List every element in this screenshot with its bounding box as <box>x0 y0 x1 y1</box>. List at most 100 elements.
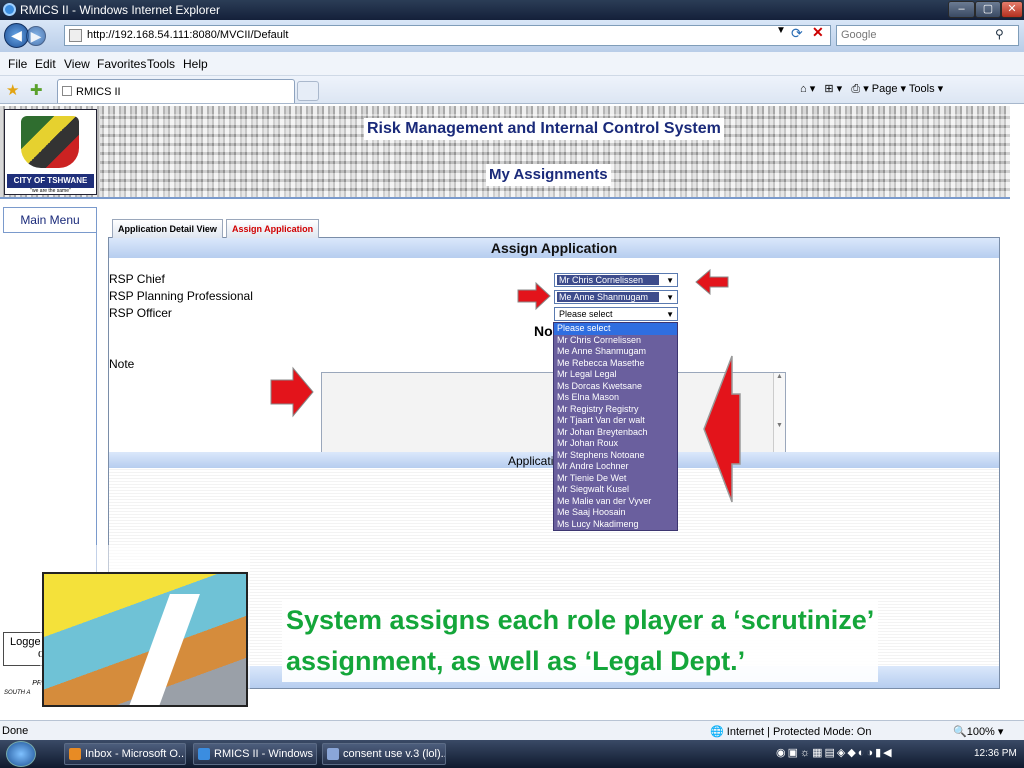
dropdown-option[interactable]: Me Rebecca Masethe <box>554 358 677 370</box>
close-button[interactable]: ✕ <box>1001 1 1023 18</box>
rsp-officer-selected-value: Please select <box>559 309 613 319</box>
maximize-button[interactable]: ▢ <box>975 1 1001 18</box>
rsp-planning-professional-selected-value: Me Anne Shanmugam <box>557 292 659 302</box>
chevron-down-icon: ▼ <box>666 276 674 285</box>
dropdown-option[interactable]: Ms Lucy Nkadimeng <box>554 519 677 531</box>
menu-edit[interactable]: Edit <box>35 57 56 71</box>
command-bar-label: Page ▾ Tools ▾ <box>871 83 944 95</box>
tab-assign-application[interactable]: Assign Application <box>226 219 320 238</box>
dropdown-option[interactable]: Mr Johan Roux <box>554 438 677 450</box>
taskbar-item-outlook[interactable]: Inbox - Microsoft O... <box>64 743 186 765</box>
menu-view[interactable]: View <box>64 57 90 71</box>
menu-help[interactable]: Help <box>183 57 208 71</box>
textarea-scrollbar[interactable]: ▲ ▼ <box>773 373 785 452</box>
url-input[interactable]: http://192.168.54.111:8080/MVCII/Default <box>64 25 831 46</box>
city-emblem-icon <box>21 116 79 168</box>
ie-icon <box>198 748 210 760</box>
rsp-officer-dropdown-list[interactable]: Please select Mr Chris Cornelissen Me Anne… <box>553 322 678 531</box>
zoom-level-text: 100% <box>966 726 995 738</box>
logo-motto: "we are the same" <box>30 188 71 194</box>
tab-application-detail-view[interactable]: Application Detail View <box>112 219 223 238</box>
cartoon-illustration <box>42 572 248 707</box>
role-label-rsp-planning-professional: RSP Planning Professional <box>109 289 253 303</box>
red-arrow-right-icon <box>517 281 551 311</box>
tray-icons[interactable]: ◉▣☼▦▤◈◆◐◑▮◀ <box>776 746 894 759</box>
rsp-chief-select[interactable]: Mr Chris Cornelissen ▼ <box>554 273 678 287</box>
tab-page-icon <box>62 86 72 96</box>
note-label: Note <box>109 357 135 371</box>
dropdown-option[interactable]: Mr Johan Breytenbach <box>554 427 677 439</box>
favorites-star-icon[interactable]: ★ <box>6 81 19 99</box>
url-dropdown-icon[interactable]: ▼ <box>776 25 786 36</box>
dropdown-option[interactable]: Please select <box>554 323 677 335</box>
forward-button[interactable]: ▶ <box>26 26 46 46</box>
address-bar: ◀ ▶ http://192.168.54.111:8080/MVCII/Def… <box>0 20 1024 52</box>
minimize-button[interactable]: – <box>948 1 975 18</box>
application-label: Applicati <box>508 454 554 468</box>
status-text: Done <box>2 725 29 737</box>
caption-line-1: System assigns each role player a ‘scrut… <box>286 605 875 635</box>
command-bar[interactable]: ⌂ ▾ ⊞ ▾ ⎙ ▾ Page ▾ Tools ▾ <box>800 82 943 96</box>
menu-tools[interactable]: Tools <box>147 57 175 71</box>
browser-tab-label: RMICS II <box>76 86 121 98</box>
dropdown-option[interactable]: Me Saaj Hoosain <box>554 507 677 519</box>
caption-line-2: assignment, as well as ‘Legal Dept.’ <box>286 646 746 676</box>
system-title: Risk Management and Internal Control Sys… <box>364 118 724 140</box>
red-arrow-left-icon <box>695 268 729 296</box>
favorites-bar: ★ ✚ RMICS II ⌂ ▾ ⊞ ▾ ⎙ ▾ Page ▾ Tools ▾ <box>0 76 1024 104</box>
browser-tab[interactable]: RMICS II <box>57 79 295 103</box>
clock[interactable]: 12:36 PM <box>974 748 1017 759</box>
dropdown-option[interactable]: Ms Dorcas Kwetsane <box>554 381 677 393</box>
rsp-officer-select[interactable]: Please select ▼ <box>554 307 678 321</box>
rsp-planning-professional-select[interactable]: Me Anne Shanmugam ▼ <box>554 290 678 304</box>
menu-favorites[interactable]: Favorites <box>97 57 146 71</box>
taskbar: Inbox - Microsoft O... RMICS II - Window… <box>0 740 1024 768</box>
dropdown-option[interactable]: Mr Chris Cornelissen <box>554 335 677 347</box>
search-icon[interactable]: ⚲ <box>995 27 1004 41</box>
assign-application-heading: Assign Application <box>109 238 999 258</box>
main-menu-button[interactable]: Main Menu <box>3 207 97 233</box>
taskbar-item-document[interactable]: consent use v.3 (lol)... <box>322 743 446 765</box>
start-button[interactable] <box>6 741 36 767</box>
taskbar-item-ie[interactable]: RMICS II - Windows ... <box>193 743 317 765</box>
security-zone-text: Internet | Protected Mode: On <box>726 726 872 738</box>
dropdown-option[interactable]: Mr Registry Registry <box>554 404 677 416</box>
dropdown-option[interactable]: Mr Tienie De Wet <box>554 473 677 485</box>
taskbar-item-label: Inbox - Microsoft O... <box>85 748 186 760</box>
stop-icon[interactable]: ✕ <box>812 24 824 41</box>
dropdown-option[interactable]: Me Anne Shanmugam <box>554 346 677 358</box>
city-logo: CITY OF TSHWANE "we are the same" <box>4 109 97 195</box>
dropdown-option[interactable]: Mr Legal Legal <box>554 369 677 381</box>
security-zone[interactable]: 🌐 Internet | Protected Mode: On <box>710 725 871 738</box>
footer-text-2: SOUTH A <box>4 690 31 696</box>
add-favorite-icon[interactable]: ✚ <box>30 81 43 99</box>
dropdown-option[interactable]: Mr Andre Lochner <box>554 461 677 473</box>
dropdown-option[interactable]: Mr Tjaart Van der walt <box>554 415 677 427</box>
dropdown-option[interactable]: Ms Elna Mason <box>554 392 677 404</box>
red-arrow-left-icon <box>703 355 741 503</box>
window-titlebar: RMICS II - Windows Internet Explorer – ▢… <box>0 0 1024 20</box>
new-tab-button[interactable] <box>297 81 319 101</box>
rsp-chief-selected-value: Mr Chris Cornelissen <box>557 275 659 285</box>
refresh-icon[interactable]: ⟳ <box>791 25 803 42</box>
chevron-down-icon: ▼ <box>666 293 674 302</box>
chevron-down-icon: ▼ <box>666 310 674 319</box>
page-title: My Assignments <box>486 164 611 186</box>
role-label-rsp-chief: RSP Chief <box>109 272 165 286</box>
dropdown-option[interactable]: Mr Stephens Notoane <box>554 450 677 462</box>
page-icon <box>69 29 82 42</box>
zoom-level[interactable]: 🔍100% ▾ <box>953 725 1003 738</box>
ie-icon <box>3 3 16 16</box>
dropdown-option[interactable]: Mr Siegwalt Kusel <box>554 484 677 496</box>
outlook-icon <box>69 748 81 760</box>
dropdown-option[interactable]: Me Malie van der Vyver <box>554 496 677 508</box>
menu-bar: File Edit View Favorites Tools Help <box>0 52 1024 76</box>
taskbar-item-label: RMICS II - Windows ... <box>214 748 317 760</box>
menu-file[interactable]: File <box>8 57 27 71</box>
search-input[interactable]: Google <box>836 25 1019 46</box>
logo-name: CITY OF TSHWANE <box>7 174 94 188</box>
red-arrow-right-icon <box>270 366 314 418</box>
url-text: http://192.168.54.111:8080/MVCII/Default <box>87 29 289 41</box>
footer-text-1: PR <box>32 680 42 687</box>
slide-caption: System assigns each role player a ‘scrut… <box>282 600 879 682</box>
